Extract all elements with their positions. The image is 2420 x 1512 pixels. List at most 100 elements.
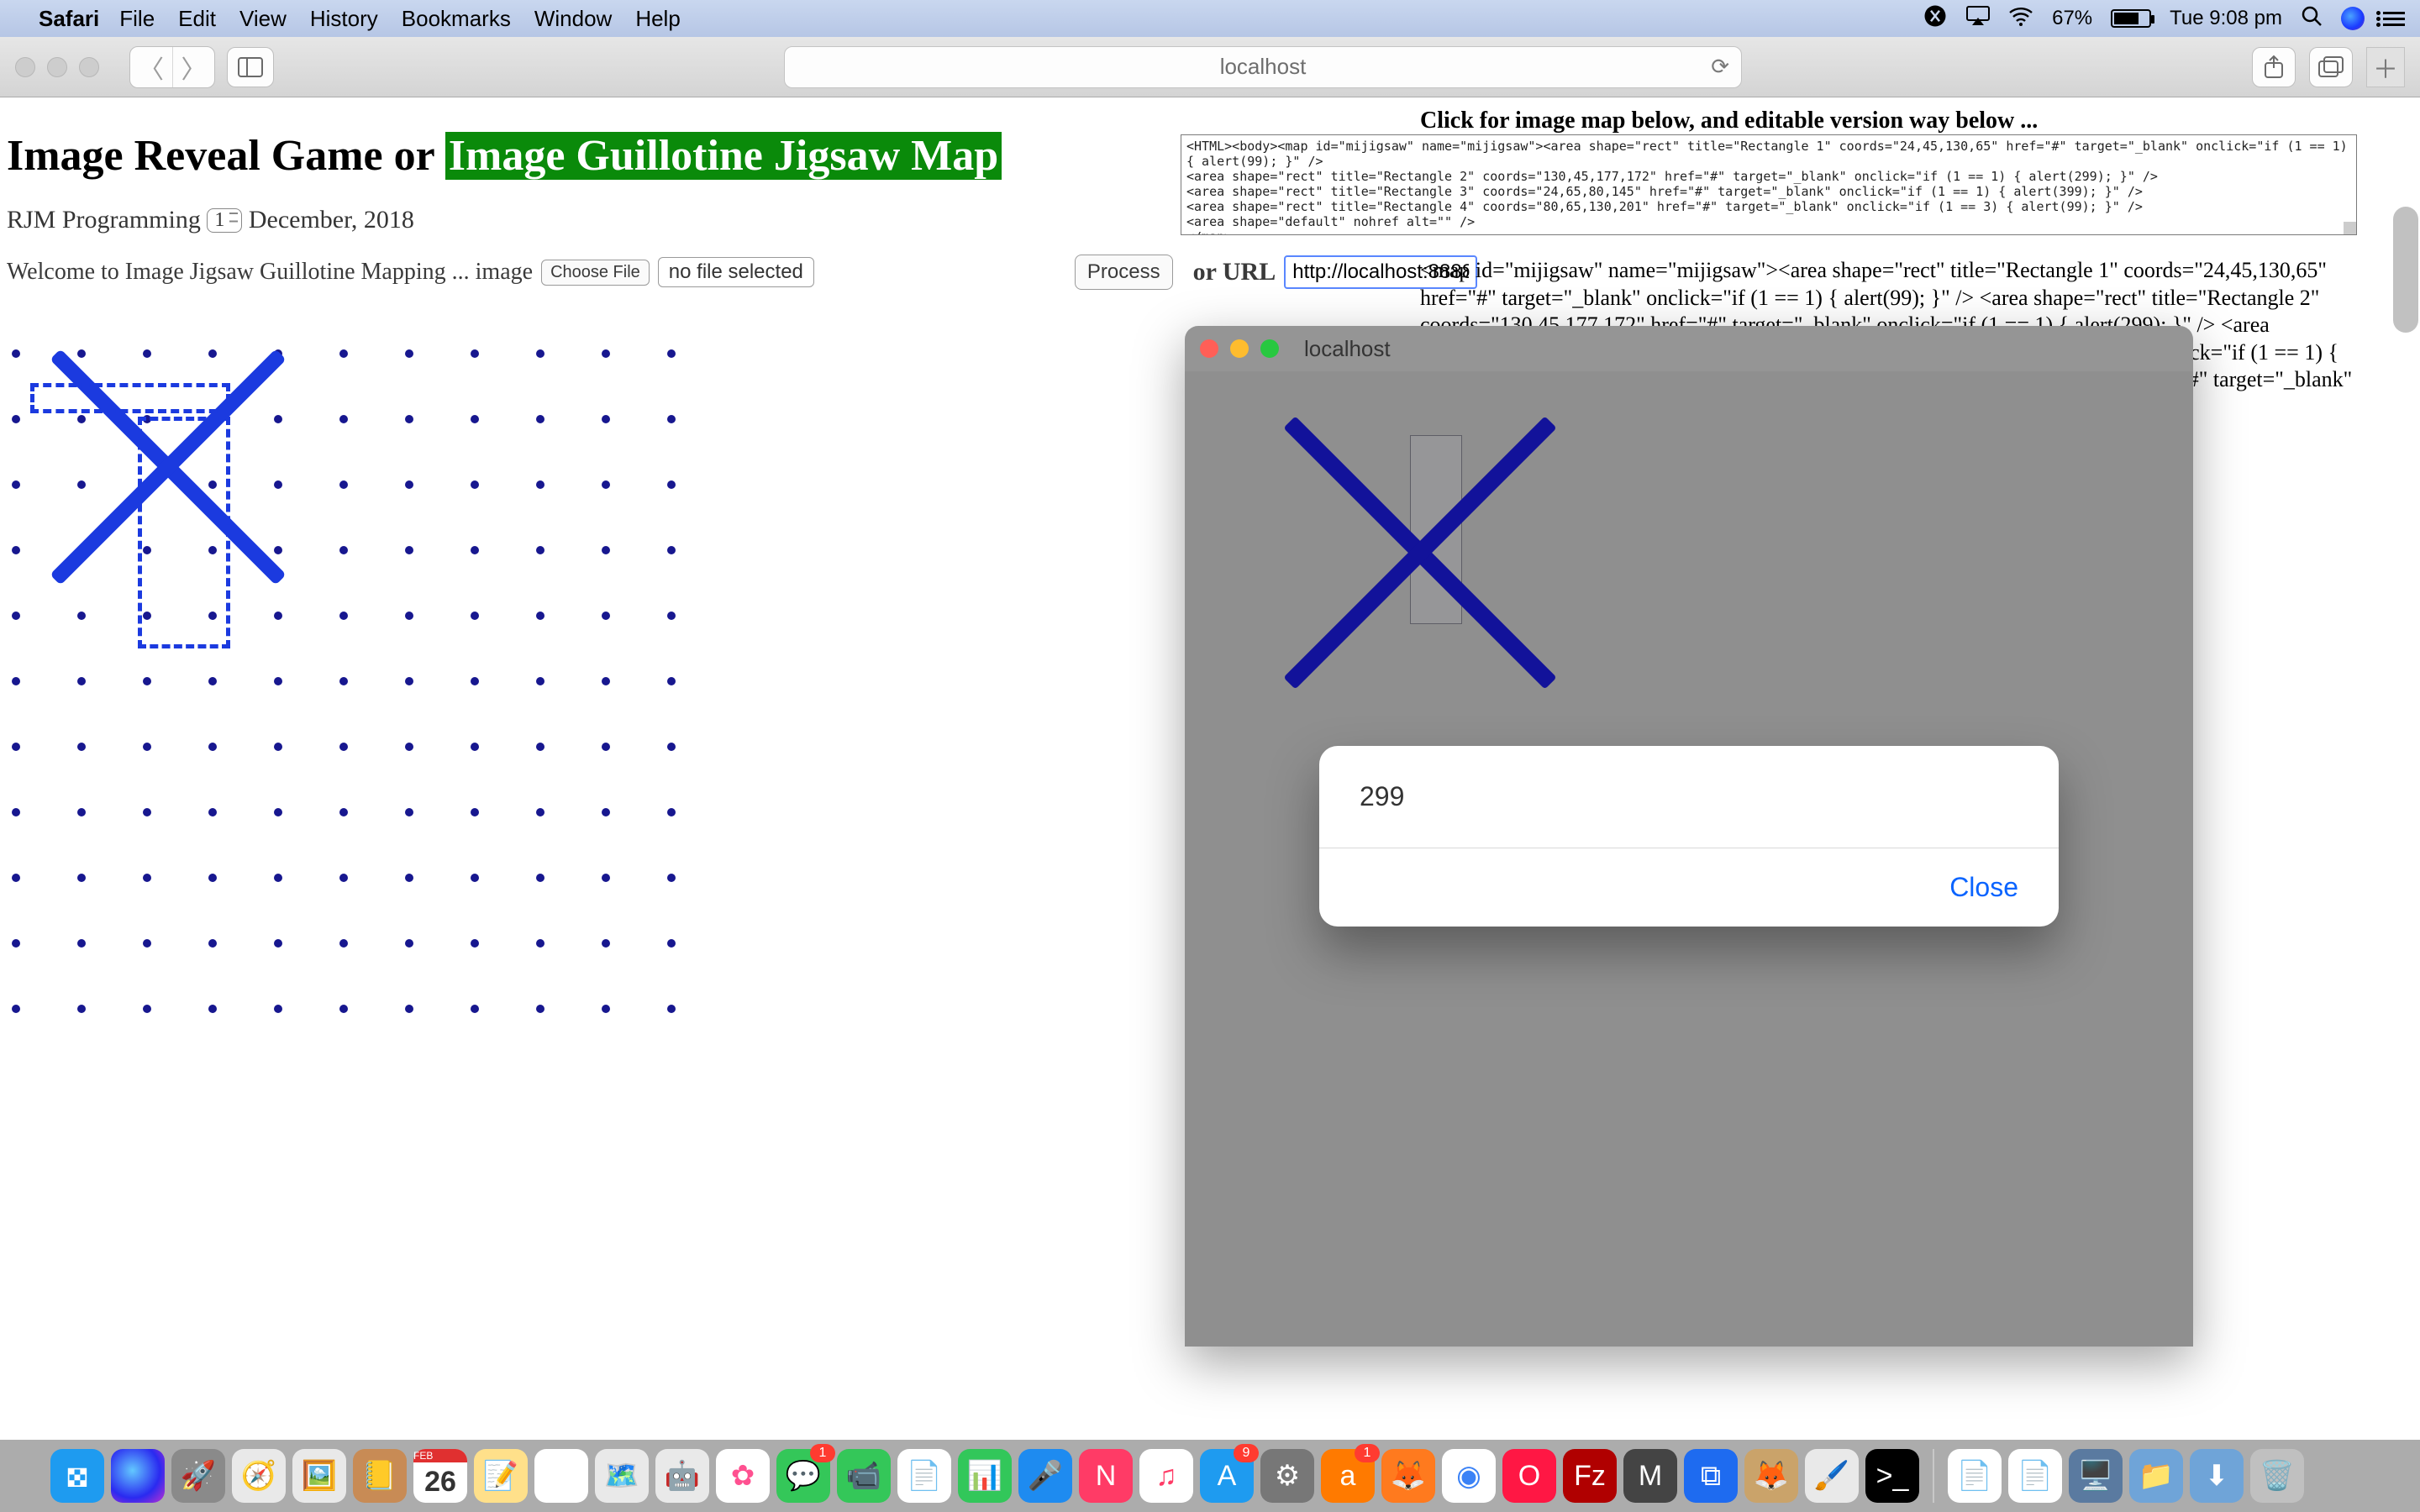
menu-window[interactable]: Window (534, 6, 612, 32)
grid-dot[interactable] (471, 349, 479, 358)
grid-dot[interactable] (339, 743, 348, 751)
grid-dot[interactable] (339, 677, 348, 685)
grid-dot[interactable] (536, 612, 544, 620)
grid-dot[interactable] (339, 874, 348, 882)
grid-dot[interactable] (208, 939, 217, 948)
clock-text[interactable]: Tue 9:08 pm (2170, 7, 2282, 30)
grid-dot[interactable] (405, 349, 413, 358)
grid-dot[interactable] (667, 1005, 676, 1013)
process-button[interactable]: Process (1075, 255, 1173, 290)
dock-doc1[interactable]: 📄 (1948, 1449, 2002, 1503)
dock-keynote[interactable]: 🎤 (1018, 1449, 1072, 1503)
dock-sysprefs[interactable]: ⚙︎ (1260, 1449, 1314, 1503)
dock-paintbrush[interactable]: 🖌️ (1805, 1449, 1859, 1503)
grid-dot[interactable] (667, 743, 676, 751)
dock-trash[interactable]: 🗑️ (2250, 1449, 2304, 1503)
forward-button[interactable]: 〉 (172, 47, 214, 87)
grid-dot[interactable] (667, 677, 676, 685)
grid-dot[interactable] (471, 743, 479, 751)
grid-dot[interactable] (667, 612, 676, 620)
grid-dot[interactable] (274, 939, 282, 948)
grid-dot[interactable] (143, 743, 151, 751)
grid-dot[interactable] (274, 612, 282, 620)
dock-appstore[interactable]: A (1200, 1449, 1254, 1503)
grid-dot[interactable] (536, 939, 544, 948)
dock-facetime[interactable]: 📹 (837, 1449, 891, 1503)
grid-dot[interactable] (274, 1005, 282, 1013)
grid-dot[interactable] (471, 677, 479, 685)
grid-dot[interactable] (471, 612, 479, 620)
grid-dot[interactable] (405, 480, 413, 489)
grid-dot[interactable] (339, 939, 348, 948)
grid-dot[interactable] (274, 874, 282, 882)
grid-dot[interactable] (405, 1005, 413, 1013)
grid-dot[interactable] (667, 874, 676, 882)
grid-dot[interactable] (602, 939, 610, 948)
grid-dot[interactable] (536, 874, 544, 882)
dock-reminders[interactable]: ☑︎ (534, 1449, 588, 1503)
menu-history[interactable]: History (310, 6, 378, 32)
grid-dot[interactable] (405, 939, 413, 948)
grid-dot[interactable] (536, 1005, 544, 1013)
grid-dot[interactable] (12, 874, 20, 882)
menu-edit[interactable]: Edit (178, 6, 216, 32)
grid-dot[interactable] (602, 743, 610, 751)
grid-dot[interactable] (274, 808, 282, 816)
grid-dot[interactable] (471, 874, 479, 882)
dock-calendar[interactable]: FEB26 (413, 1449, 467, 1503)
grid-dot[interactable] (208, 808, 217, 816)
grid-dot[interactable] (339, 808, 348, 816)
dock-gimp[interactable]: 🦊 (1744, 1449, 1798, 1503)
menu-help[interactable]: Help (635, 6, 680, 32)
grid-dot[interactable] (405, 874, 413, 882)
grid-dot[interactable] (471, 808, 479, 816)
grid-dot[interactable] (143, 1005, 151, 1013)
grid-dot[interactable] (602, 1005, 610, 1013)
grid-dot[interactable] (143, 808, 151, 816)
grid-dot[interactable] (339, 415, 348, 423)
grid-dot[interactable] (12, 939, 20, 948)
grid-dot[interactable] (536, 808, 544, 816)
grid-dot[interactable] (143, 939, 151, 948)
grid-dot[interactable] (536, 349, 544, 358)
wifi-icon[interactable] (2008, 6, 2033, 32)
grid-dot[interactable] (77, 743, 86, 751)
dock-safari[interactable]: 🧭 (232, 1449, 286, 1503)
grid-dot[interactable] (77, 1005, 86, 1013)
battery-icon[interactable] (2111, 9, 2151, 28)
grid-dot[interactable] (405, 415, 413, 423)
dock-maps[interactable]: 🗺️ (595, 1449, 649, 1503)
grid-dot[interactable] (12, 612, 20, 620)
dock-news[interactable]: N (1079, 1449, 1133, 1503)
grid-dot[interactable] (143, 677, 151, 685)
child-traffic-lights[interactable] (1200, 339, 1279, 358)
grid-dot[interactable] (208, 1005, 217, 1013)
dock-preview[interactable]: 🖼️ (292, 1449, 346, 1503)
dock-chrome[interactable]: ◉ (1442, 1449, 1496, 1503)
grid-dot[interactable] (77, 612, 86, 620)
grid-dot[interactable] (667, 480, 676, 489)
dock-opera[interactable]: O (1502, 1449, 1556, 1503)
grid-dot[interactable] (405, 743, 413, 751)
grid-dot[interactable] (12, 546, 20, 554)
grid-dot[interactable] (339, 349, 348, 358)
grid-dot[interactable] (667, 939, 676, 948)
dock-numbers[interactable]: 📊 (958, 1449, 1012, 1503)
grid-dot[interactable] (208, 874, 217, 882)
html-textarea[interactable] (1181, 134, 2357, 235)
dock-doc2[interactable]: 📄 (2008, 1449, 2062, 1503)
tabs-button[interactable] (2309, 47, 2353, 87)
grid-dot[interactable] (12, 677, 20, 685)
grid-dot[interactable] (77, 808, 86, 816)
grid-dot[interactable] (12, 415, 20, 423)
child-blue-x[interactable] (1269, 402, 1571, 704)
dock-messages[interactable]: 💬 (776, 1449, 830, 1503)
grid-dot[interactable] (602, 480, 610, 489)
grid-dot[interactable] (339, 480, 348, 489)
menu-bookmarks[interactable]: Bookmarks (402, 6, 511, 32)
grid-dot[interactable] (536, 677, 544, 685)
grid-dot[interactable] (536, 743, 544, 751)
grid-dot[interactable] (12, 349, 20, 358)
dock-avast[interactable]: a (1321, 1449, 1375, 1503)
menu-file[interactable]: File (119, 6, 155, 32)
